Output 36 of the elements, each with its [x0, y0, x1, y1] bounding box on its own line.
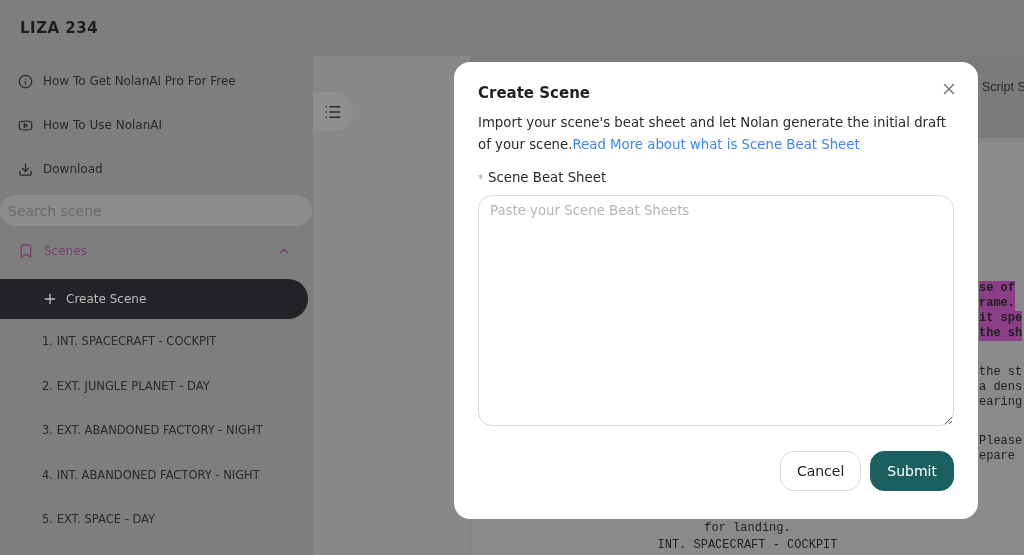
scenes-header[interactable]: Scenes [0, 231, 313, 271]
cancel-button[interactable]: Cancel [779, 451, 862, 491]
plus-icon [42, 291, 58, 307]
scene-item[interactable]: 2. EXT. JUNGLE PLANET - DAY [0, 363, 313, 408]
field-label: Scene Beat Sheet [488, 170, 607, 185]
nav-link-label: How To Get NolanAI Pro For Free [43, 74, 236, 88]
dialog-description: Import your scene's beat sheet and let Nolan generate the initial draft of your scene.Read More about what is Scene Beat Sheet [478, 114, 947, 154]
script-line: for landing. [704, 521, 791, 536]
script-line: the st [979, 365, 1023, 380]
script-line: a dens [979, 380, 1023, 395]
scene-item[interactable]: 3. EXT. ABANDONED FACTORY - NIGHT [0, 408, 313, 453]
nav-link[interactable]: How To Use NolanAI [0, 103, 313, 147]
script-line: Please [979, 434, 1023, 449]
download-icon [18, 161, 33, 177]
nav-link[interactable]: How To Get NolanAI Pro For Free [0, 59, 313, 103]
read-more-link[interactable]: Read More about what is Scene Beat Sheet [572, 137, 860, 152]
scenes-label: Scenes [44, 244, 88, 258]
app-title: LIZA 234 [20, 19, 99, 37]
beat-sheet-input[interactable]: Paste your Scene Beat Sheets [478, 195, 954, 426]
nav-link[interactable]: Download [0, 147, 313, 191]
create-scene-button[interactable]: Create Scene [0, 279, 308, 319]
required-mark: * [478, 173, 483, 184]
scene-item[interactable]: 5. EXT. SPACE - DAY [0, 497, 313, 542]
scene-item[interactable]: 1. INT. SPACECRAFT - COCKPIT [0, 319, 313, 364]
info-icon [18, 73, 33, 89]
script-line: INT. SPACECRAFT - COCKPIT [657, 538, 838, 553]
scene-item[interactable]: 4. INT. ABANDONED FACTORY - NIGHT [0, 452, 313, 497]
nav-link-label: How To Use NolanAI [43, 118, 163, 132]
nav-link-label: Download [43, 162, 103, 176]
video-icon [18, 117, 33, 133]
dialog-title: Create Scene [478, 84, 590, 102]
menu-button[interactable] [313, 92, 353, 131]
script-line: earing [979, 395, 1023, 410]
bookmark-icon [18, 243, 34, 259]
script-line: epare [979, 449, 1015, 464]
submit-button[interactable]: Submit [870, 451, 954, 491]
